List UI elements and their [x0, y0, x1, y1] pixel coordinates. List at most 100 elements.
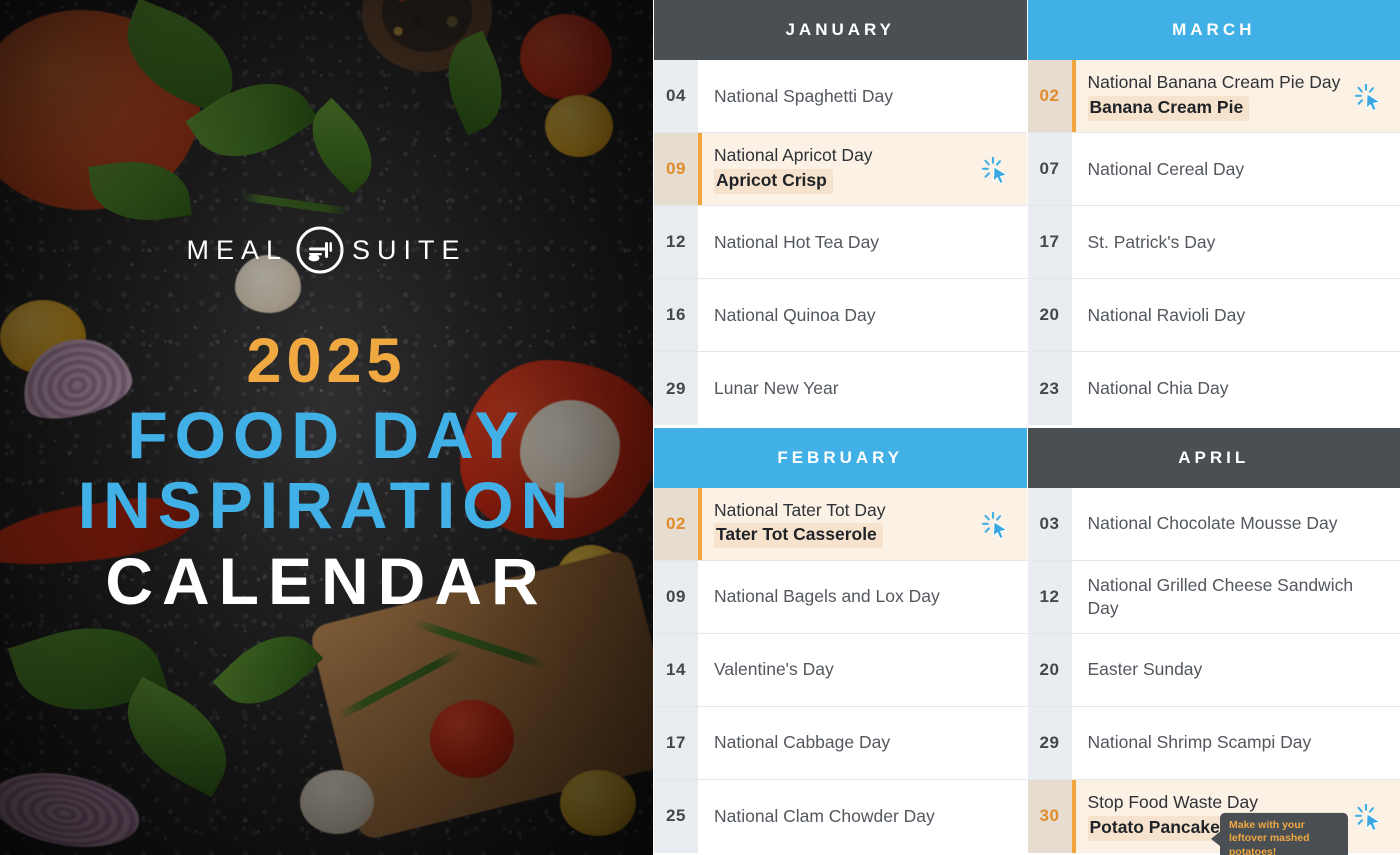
day-entry-content: Easter Sunday: [1071, 633, 1400, 706]
calendar-row: 09 National Bagels and Lox Day: [654, 560, 1027, 634]
month-header-february: FEBRUARY: [654, 427, 1027, 488]
meal-suite-logo: MEAL SUITE: [186, 222, 466, 278]
calendar-row: 12 National Grilled Cheese Sandwich Day: [1027, 560, 1400, 634]
day-number: 02: [654, 487, 698, 560]
meal-suite-circle-utensils-logo-icon: [292, 222, 348, 278]
day-number: 30: [1027, 779, 1072, 853]
day-number: 07: [1027, 133, 1072, 205]
day-number: 12: [1027, 560, 1072, 633]
calendar-row-highlighted[interactable]: 02 National Banana Cream Pie Day Banana Cr…: [1027, 60, 1400, 133]
hero-content: MEAL SUITE 2025 FOOD DAY INSPIRATION CAL…: [0, 0, 653, 855]
calendar-row: 04 National Spaghetti Day: [654, 60, 1027, 133]
month-header-april: APRIL: [1027, 427, 1400, 488]
food-day-name: National Tater Tot Day: [714, 499, 886, 520]
month-column-april: APRIL 03 National Chocolate Mousse Day 12 Na…: [1026, 427, 1400, 855]
month-entry-list: 04 National Spaghetti Day 09 National Apric…: [654, 60, 1027, 425]
title-line-inspiration: INSPIRATION: [77, 467, 576, 542]
day-entry-content[interactable]: Stop Food Waste Day Potato Pancakes Make w…: [1071, 779, 1400, 855]
day-entry-content: National Spaghetti Day: [698, 60, 1027, 132]
day-number: 09: [654, 133, 698, 205]
food-day-name: National Shrimp Scampi Day: [1087, 732, 1312, 753]
food-day-name: National Banana Cream Pie Day: [1087, 72, 1341, 93]
food-day-name: National Hot Tea Day: [714, 231, 880, 252]
calendar-row: 20 Easter Sunday: [1027, 633, 1400, 707]
day-number: 09: [654, 560, 698, 633]
calendar-row: 16 National Quinoa Day: [654, 279, 1027, 352]
recipe-link[interactable]: Banana Cream Pie: [1087, 95, 1250, 121]
cursor-click-icon[interactable]: [1354, 83, 1384, 113]
day-number: 04: [654, 60, 698, 132]
day-number: 03: [1027, 487, 1072, 560]
calendar-row: 29 National Shrimp Scampi Day: [1027, 706, 1400, 780]
food-day-name: St. Patrick's Day: [1087, 231, 1216, 252]
day-entry-content[interactable]: National Banana Cream Pie Day Banana Crea…: [1071, 60, 1400, 132]
calendar-row: 07 National Cereal Day: [1027, 133, 1400, 206]
day-entry-content: National Hot Tea Day: [698, 206, 1027, 278]
day-entry-content: National Grilled Cheese Sandwich Day: [1071, 560, 1400, 633]
day-number: 12: [654, 206, 698, 278]
month-entry-list: 02 National Banana Cream Pie Day Banana Cr…: [1027, 60, 1400, 425]
calendar-grid: JANUARY 04 National Spaghetti Day 09 Nationa…: [653, 0, 1400, 855]
calendar-row-highlighted[interactable]: 09 National Apricot Day Apricot Crisp: [654, 133, 1027, 206]
food-day-name: National Chia Day: [1087, 378, 1229, 399]
month-entry-list: 02 National Tater Tot Day Tater Tot Casser…: [654, 487, 1027, 853]
recipe-tooltip: Make with your leftover mashed potatoes!: [1220, 812, 1348, 855]
food-day-inspiration-calendar: MEAL SUITE 2025 FOOD DAY INSPIRATION CAL…: [0, 0, 1400, 855]
food-day-name: National Quinoa Day: [714, 304, 876, 325]
month-column-january: JANUARY 04 National Spaghetti Day 09 Nationa…: [653, 0, 1027, 428]
logo-word-meal: MEAL: [186, 234, 288, 265]
calendar-row-highlighted[interactable]: 02 National Tater Tot Day Tater Tot Casser…: [654, 487, 1027, 561]
day-number: 25: [654, 779, 698, 853]
day-number: 20: [1027, 279, 1072, 351]
hero-panel: MEAL SUITE 2025 FOOD DAY INSPIRATION CAL…: [0, 0, 653, 855]
cursor-click-icon[interactable]: [981, 156, 1011, 186]
calendar-row: 03 National Chocolate Mousse Day: [1027, 487, 1400, 561]
day-entry-content: National Bagels and Lox Day: [698, 560, 1027, 633]
day-entry-content: National Quinoa Day: [698, 279, 1027, 351]
food-day-name: Valentine's Day: [714, 659, 834, 680]
cursor-click-icon[interactable]: [1354, 803, 1384, 833]
recipe-link[interactable]: Tater Tot Casserole: [714, 523, 883, 549]
day-number: 02: [1027, 60, 1072, 132]
food-day-name: National Chocolate Mousse Day: [1087, 513, 1338, 534]
food-day-name: Lunar New Year: [714, 378, 839, 399]
food-day-name: Stop Food Waste Day: [1087, 792, 1259, 813]
food-day-name: National Cereal Day: [1087, 158, 1245, 179]
calendar-row-highlighted[interactable]: 30 Stop Food Waste Day Potato Pancakes Make…: [1027, 779, 1400, 855]
calendar-row: 12 National Hot Tea Day: [654, 206, 1027, 279]
day-number: 14: [654, 633, 698, 706]
calendar-row: 25 National Clam Chowder Day: [654, 779, 1027, 853]
month-column-march: MARCH 02 National Banana Cream Pie Day Bana…: [1026, 0, 1400, 428]
day-entry-content: National Clam Chowder Day: [698, 779, 1027, 853]
day-number: 23: [1027, 352, 1072, 425]
day-entry-content: National Cereal Day: [1071, 133, 1400, 205]
food-day-name: Easter Sunday: [1087, 659, 1203, 680]
food-day-name: National Apricot Day: [714, 145, 873, 166]
day-number: 16: [654, 279, 698, 351]
calendar-row: 29 Lunar New Year: [654, 352, 1027, 425]
calendar-row: 17 National Cabbage Day: [654, 706, 1027, 780]
day-entry-content: National Chocolate Mousse Day: [1071, 487, 1400, 560]
day-entry-content[interactable]: National Tater Tot Day Tater Tot Casserol…: [698, 487, 1027, 560]
day-entry-content: Lunar New Year: [698, 352, 1027, 425]
food-day-name: National Bagels and Lox Day: [714, 586, 940, 607]
logo-word-suite: SUITE: [352, 234, 467, 265]
month-header-january: JANUARY: [654, 0, 1027, 60]
calendar-row: 14 Valentine's Day: [654, 633, 1027, 707]
food-day-name: National Clam Chowder Day: [714, 805, 935, 826]
month-column-february: FEBRUARY 02 National Tater Tot Day Tater To…: [653, 427, 1027, 855]
day-entry-content: St. Patrick's Day: [1071, 206, 1400, 278]
day-number: 17: [1027, 206, 1072, 278]
food-day-name: National Grilled Cheese Sandwich Day: [1087, 574, 1354, 618]
recipe-link[interactable]: Apricot Crisp: [714, 168, 833, 194]
day-entry-content: National Ravioli Day: [1071, 279, 1400, 351]
food-day-name: National Ravioli Day: [1087, 304, 1246, 325]
calendar-row: 17 St. Patrick's Day: [1027, 206, 1400, 279]
cursor-click-icon[interactable]: [981, 510, 1011, 540]
title-line-food-day: FOOD DAY: [127, 398, 526, 472]
day-entry-content[interactable]: National Apricot Day Apricot Crisp: [698, 133, 1027, 205]
day-number: 17: [654, 706, 698, 779]
day-entry-content: National Cabbage Day: [698, 706, 1027, 779]
day-entry-content: Valentine's Day: [698, 633, 1027, 706]
day-entry-content: National Chia Day: [1071, 352, 1400, 425]
